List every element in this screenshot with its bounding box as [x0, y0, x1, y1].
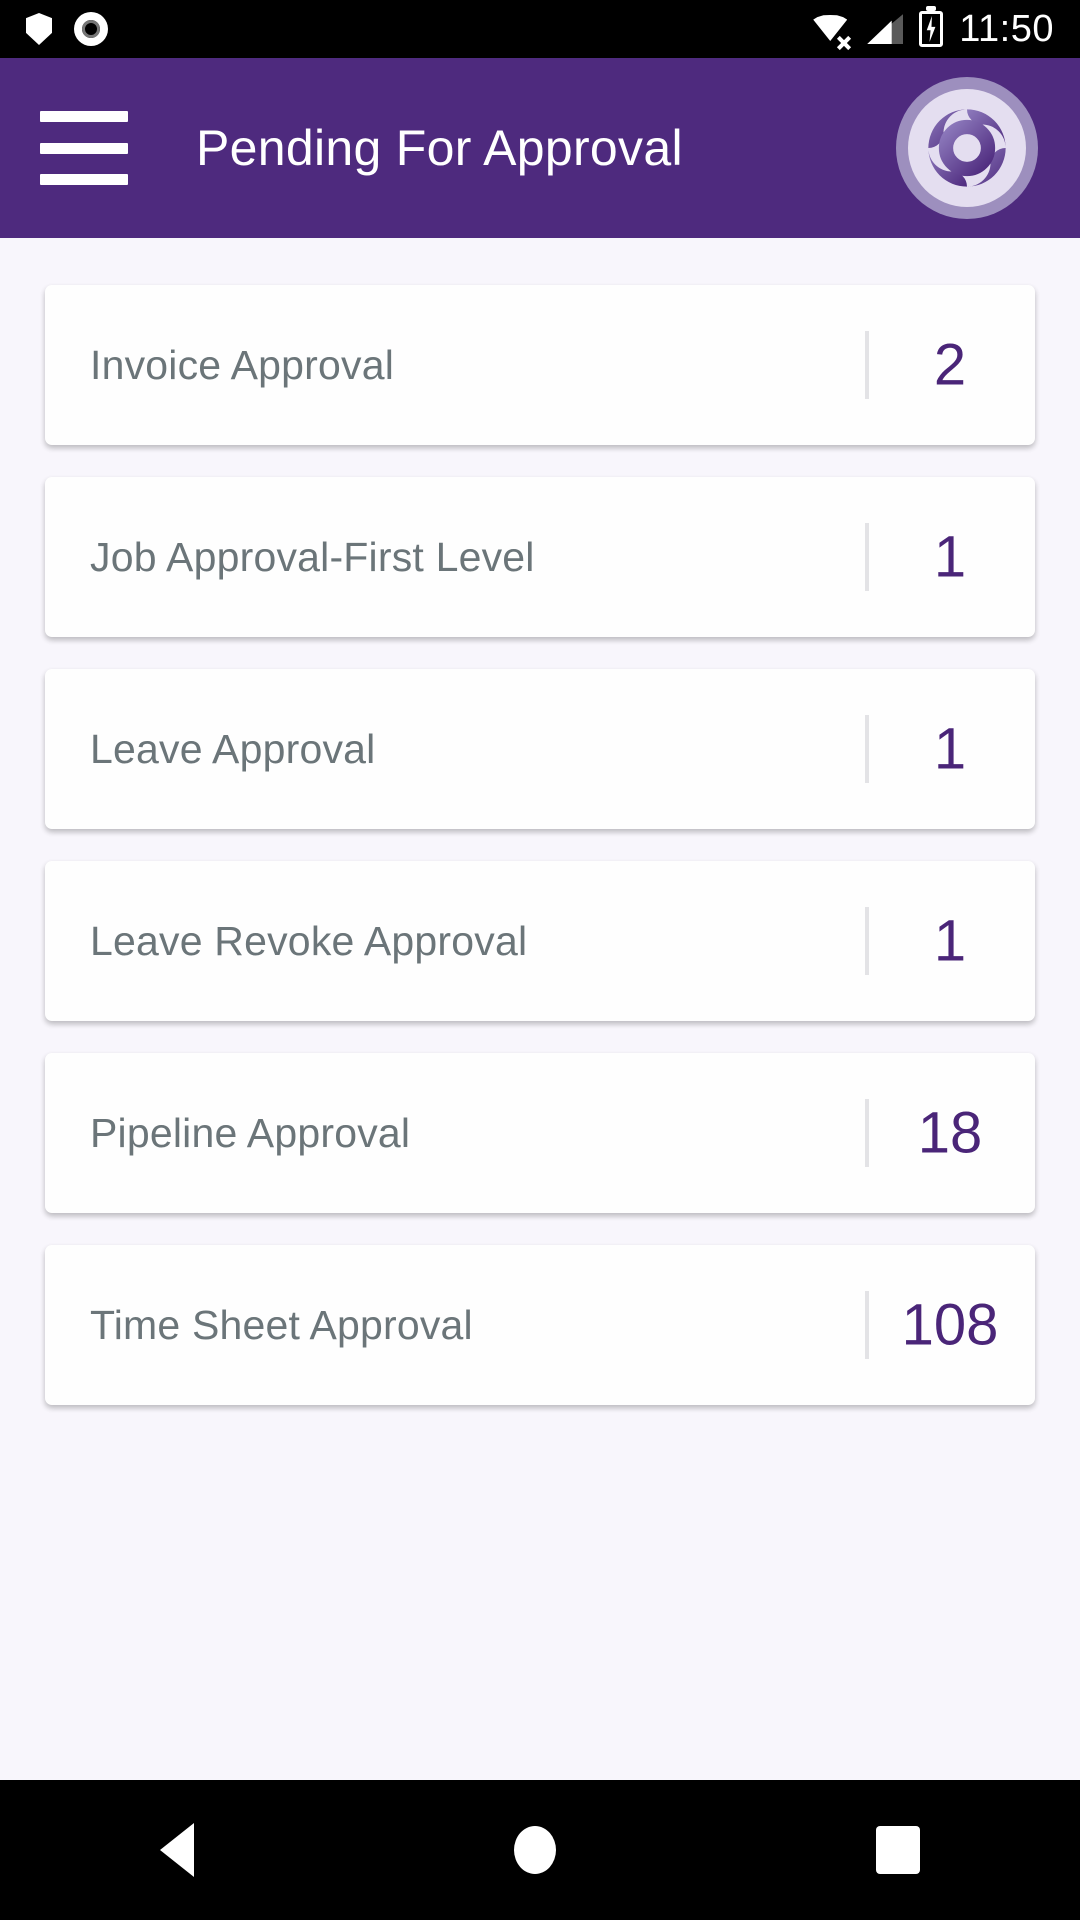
home-circle-icon[interactable]	[514, 1826, 556, 1874]
approval-label: Leave Approval	[90, 725, 376, 772]
back-triangle-icon[interactable]	[160, 1823, 194, 1877]
approval-card-pipeline[interactable]: Pipeline Approval 18	[45, 1053, 1035, 1213]
cellular-signal-icon	[867, 14, 904, 44]
approval-label: Time Sheet Approval	[90, 1301, 473, 1348]
hamburger-menu-icon[interactable]	[40, 111, 128, 185]
approval-label: Invoice Approval	[90, 341, 395, 388]
shield-icon	[26, 13, 52, 45]
brand-swirl-logo[interactable]	[896, 77, 1038, 219]
approval-count: 1	[933, 908, 967, 974]
battery-charging-icon	[919, 11, 944, 47]
swirl-icon	[928, 109, 1006, 187]
approval-card-job-first-level[interactable]: Job Approval-First Level 1	[45, 477, 1035, 637]
wifi-off-icon	[813, 13, 852, 51]
status-bar-right-icons: 11:50	[813, 8, 1054, 51]
page-title: Pending For Approval	[196, 120, 683, 176]
approval-card-time-sheet[interactable]: Time Sheet Approval 108	[45, 1245, 1035, 1405]
approval-list-container: Invoice Approval 2 Job Approval-First Le…	[0, 238, 1080, 1780]
logo-inner-ring	[908, 89, 1026, 207]
approval-label: Pipeline Approval	[90, 1109, 411, 1156]
approval-count: 1	[933, 524, 967, 590]
status-bar-left-icons	[26, 12, 108, 46]
recents-square-icon[interactable]	[876, 1826, 920, 1874]
approval-count: 108	[901, 1292, 999, 1358]
approval-card-leave-revoke[interactable]: Leave Revoke Approval 1	[45, 861, 1035, 1021]
status-bar: 11:50	[0, 0, 1080, 58]
approval-card-invoice[interactable]: Invoice Approval 2	[45, 285, 1035, 445]
approval-label: Leave Revoke Approval	[90, 917, 528, 964]
approval-count: 1	[933, 716, 967, 782]
record-icon	[74, 12, 108, 46]
app-bar: Pending For Approval	[0, 58, 1080, 238]
approval-count: 18	[917, 1100, 983, 1166]
approval-card-leave[interactable]: Leave Approval 1	[45, 669, 1035, 829]
approval-count: 2	[933, 332, 967, 398]
android-navigation-bar	[0, 1780, 1080, 1920]
status-bar-clock: 11:50	[959, 7, 1054, 50]
approval-label: Job Approval-First Level	[90, 533, 535, 580]
